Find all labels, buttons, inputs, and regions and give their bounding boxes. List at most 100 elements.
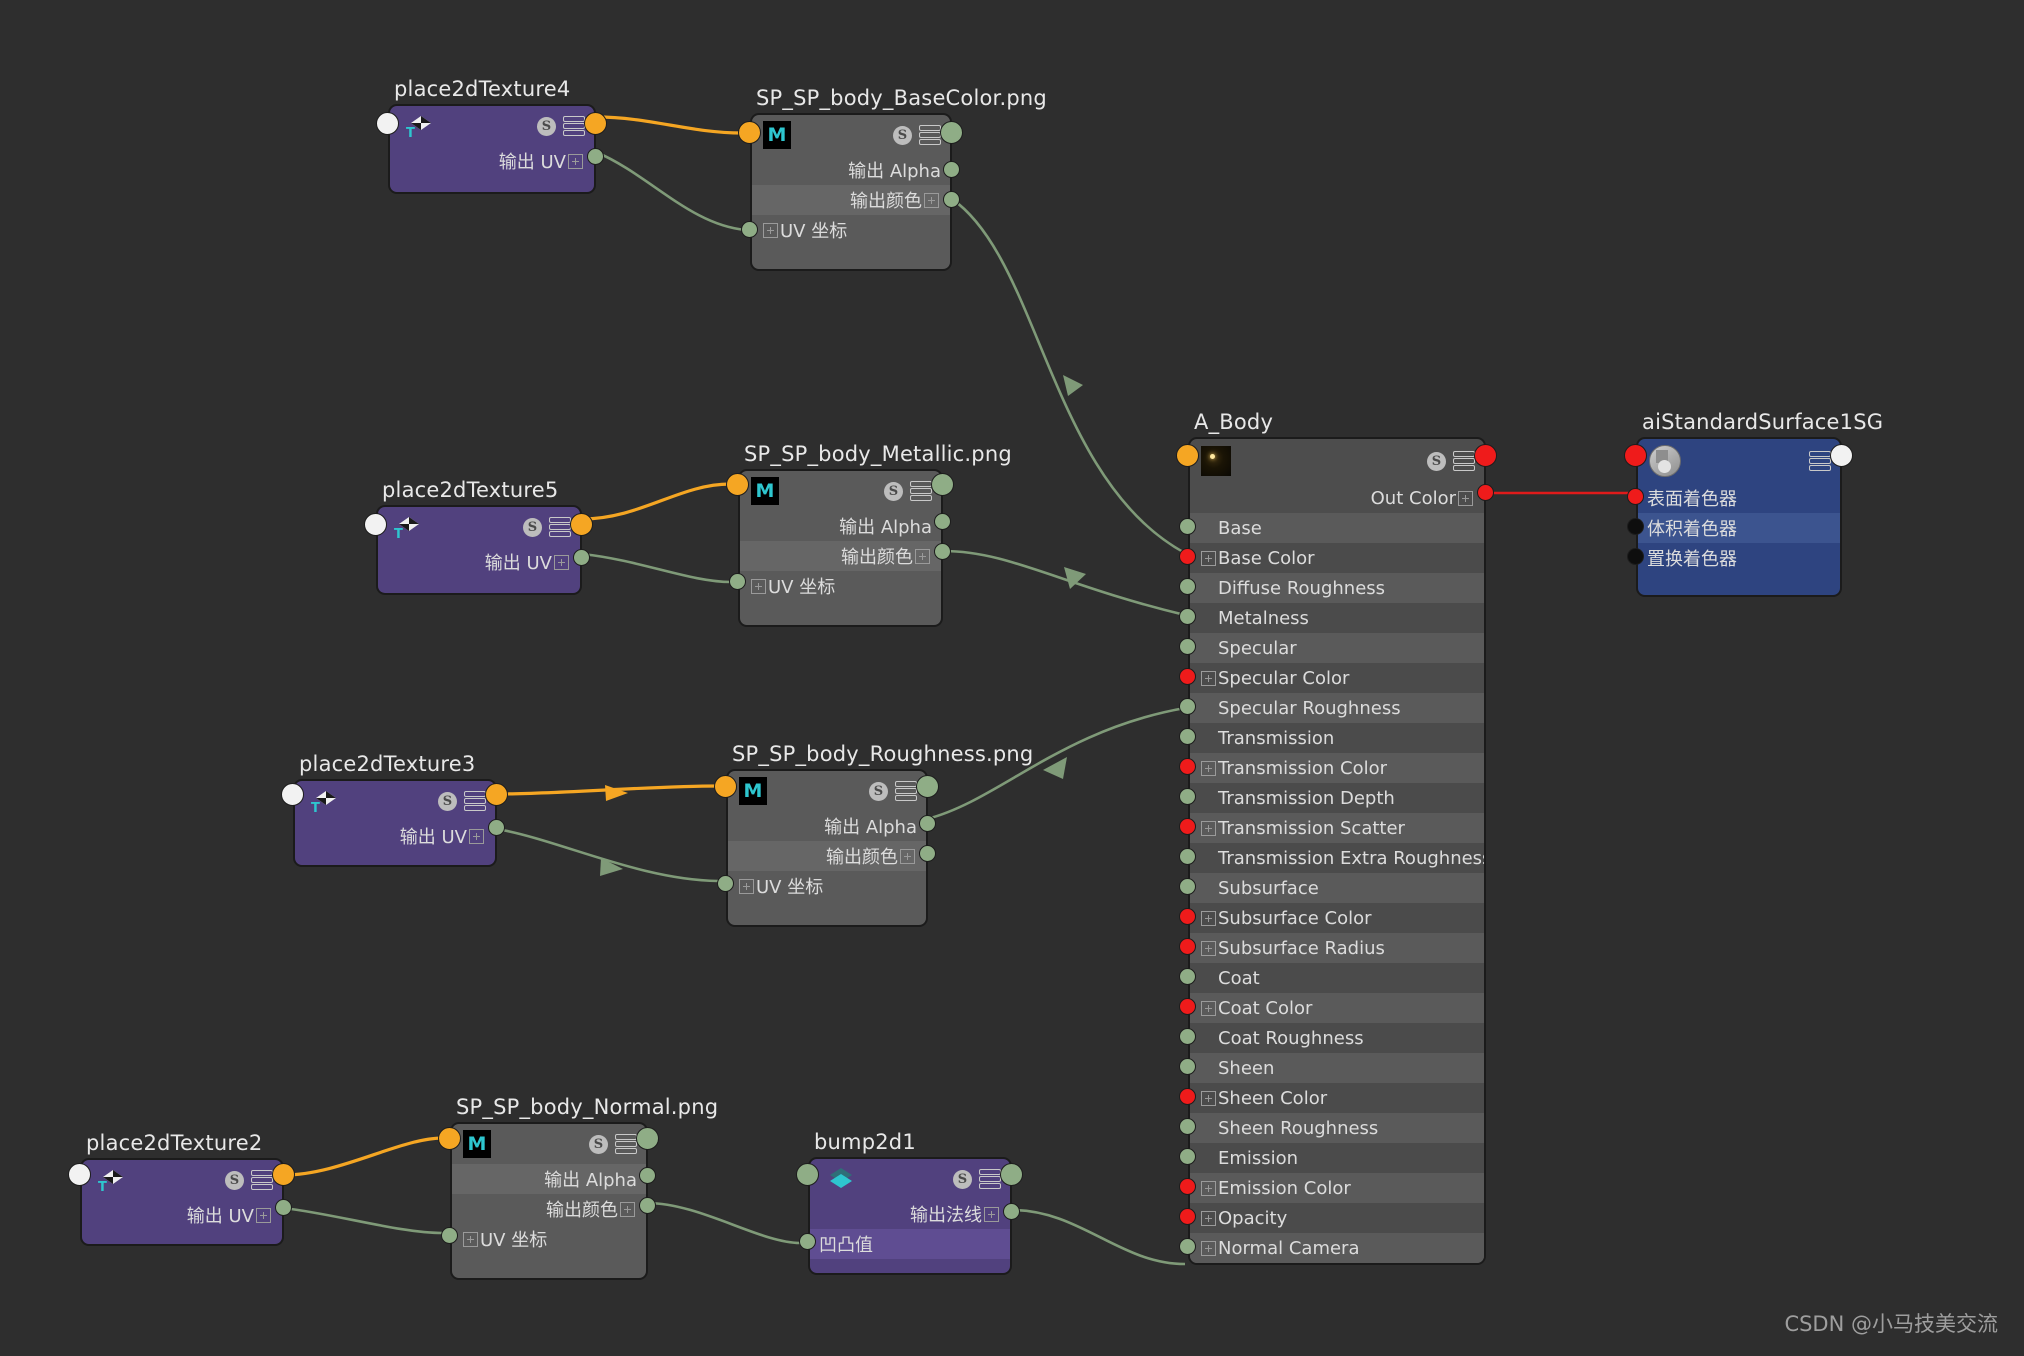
expand-plus-icon[interactable] [620,1202,635,1217]
port-row-uv-coord[interactable]: UV 坐标 [752,215,950,245]
expand-plus-icon[interactable] [1201,821,1216,836]
attribute-row[interactable]: Metalness [1190,603,1484,633]
port-row-uv-coord[interactable]: UV 坐标 [740,571,941,601]
attribute-input-port[interactable] [1179,788,1196,805]
attribute-row[interactable]: Specular Roughness [1190,693,1484,723]
port-out-main[interactable] [636,1127,659,1150]
node-file-normal[interactable]: SP_SP_body_Normal.png M S 输出 Alpha 输出颜色 … [450,1122,648,1280]
attribute-row[interactable]: 置换着色器 [1638,543,1840,573]
menu-lines-icon[interactable] [615,1134,637,1154]
shader-ball-icon[interactable]: S [589,1135,608,1154]
port-out-main[interactable] [931,473,954,496]
expand-plus-icon[interactable] [554,555,569,570]
expand-plus-icon[interactable] [256,1208,271,1223]
port-row-out-color[interactable]: 输出颜色 [452,1194,646,1224]
expand-plus-icon[interactable] [1201,671,1216,686]
port-in-uv-coord[interactable] [717,875,734,892]
port-out-main[interactable] [272,1163,295,1186]
port-in-uv-coord[interactable] [441,1227,458,1244]
expand-plus-icon[interactable] [1201,941,1216,956]
node-file-metallic[interactable]: SP_SP_body_Metallic.png M S 输出 Alpha 输出颜… [738,469,943,627]
port-row-bump-value[interactable]: 凹凸值 [810,1229,1010,1259]
attribute-input-port[interactable] [1179,1148,1196,1165]
port-row-out-uv[interactable]: 输出 UV [82,1200,282,1230]
attribute-input-port[interactable] [1179,668,1196,685]
attribute-input-port[interactable] [1179,848,1196,865]
port-row-out-color[interactable]: 输出颜色 [752,185,950,215]
port-row-out-uv[interactable]: 输出 UV [378,547,580,577]
expand-plus-icon[interactable] [463,1232,478,1247]
expand-plus-icon[interactable] [915,549,930,564]
menu-lines-icon[interactable] [549,517,571,537]
node-place2dTexture4[interactable]: place2dTexture4 T S 输出 UV [388,104,596,194]
port-out-alpha[interactable] [934,513,951,530]
attribute-input-port[interactable] [1179,548,1196,565]
port-out-color[interactable] [934,543,951,560]
menu-lines-icon[interactable] [1809,451,1831,471]
menu-lines-icon[interactable] [895,781,917,801]
expand-plus-icon[interactable] [1201,1211,1216,1226]
expand-plus-icon[interactable] [763,223,778,238]
attribute-row[interactable]: Sheen Roughness [1190,1113,1484,1143]
expand-plus-icon[interactable] [568,154,583,169]
port-node-in[interactable] [738,121,761,144]
node-place2dTexture3[interactable]: place2dTexture3 T S 输出 UV [293,779,497,867]
attribute-row[interactable]: 体积着色器 [1638,513,1840,543]
shader-ball-icon[interactable]: S [953,1170,972,1189]
attribute-row[interactable]: 表面着色器 [1638,483,1840,513]
node-shading-group[interactable]: aiStandardSurface1SG 表面着色器体积着色器置换着色器 [1636,437,1842,597]
expand-plus-icon[interactable] [1201,1091,1216,1106]
expand-plus-icon[interactable] [1201,1181,1216,1196]
menu-lines-icon[interactable] [910,481,932,501]
attribute-row[interactable]: Normal Camera [1190,1233,1484,1263]
shader-ball-icon[interactable]: S [869,782,888,801]
attribute-row[interactable]: Specular [1190,633,1484,663]
port-row-out-uv[interactable]: 输出 UV [390,146,594,176]
shader-ball-icon[interactable]: S [438,792,457,811]
attribute-row[interactable]: Coat Color [1190,993,1484,1023]
attribute-row[interactable]: Transmission [1190,723,1484,753]
port-in-bump-value[interactable] [799,1233,816,1250]
port-out-alpha[interactable] [943,161,960,178]
attribute-row[interactable]: Coat [1190,963,1484,993]
attribute-input-port[interactable] [1179,1238,1196,1255]
attribute-row[interactable]: Sheen Color [1190,1083,1484,1113]
expand-plus-icon[interactable] [1458,491,1473,506]
expand-plus-icon[interactable] [1201,551,1216,566]
port-node-out[interactable] [1830,444,1853,467]
node-file-basecolor[interactable]: SP_SP_body_BaseColor.png M S 输出 Alpha 输出… [750,113,952,271]
port-out-uv[interactable] [587,148,604,165]
shader-ball-icon[interactable]: S [893,126,912,145]
expand-plus-icon[interactable] [1201,761,1216,776]
port-node-in[interactable] [1176,444,1199,467]
attribute-input-port[interactable] [1179,938,1196,955]
port-in-uv-coord[interactable] [741,221,758,238]
port-row-out-color[interactable]: Out Color [1190,483,1484,513]
expand-plus-icon[interactable] [924,193,939,208]
attribute-row[interactable]: Subsurface Color [1190,903,1484,933]
port-out-main[interactable] [570,513,593,536]
menu-lines-icon[interactable] [464,791,486,811]
attribute-input-port[interactable] [1627,488,1644,505]
port-out-main[interactable] [916,775,939,798]
port-node-in[interactable] [438,1127,461,1150]
attribute-input-port[interactable] [1179,638,1196,655]
port-node-in[interactable] [68,1163,91,1186]
shader-ball-icon[interactable]: S [225,1171,244,1190]
node-editor-canvas[interactable]: place2dTexture4 T S 输出 UV [0,0,2024,1356]
port-row-out-color[interactable]: 输出颜色 [740,541,941,571]
attribute-input-port[interactable] [1179,1178,1196,1195]
attribute-row[interactable]: Coat Roughness [1190,1023,1484,1053]
attribute-input-port[interactable] [1179,1028,1196,1045]
port-out-uv[interactable] [275,1199,292,1216]
attribute-input-port[interactable] [1179,818,1196,835]
expand-plus-icon[interactable] [751,579,766,594]
attribute-input-port[interactable] [1179,1088,1196,1105]
expand-plus-icon[interactable] [739,879,754,894]
attribute-input-port[interactable] [1179,1118,1196,1135]
attribute-input-port[interactable] [1179,878,1196,895]
expand-plus-icon[interactable] [1201,1241,1216,1256]
attribute-input-port[interactable] [1179,998,1196,1015]
port-node-in[interactable] [281,783,304,806]
attribute-row[interactable]: Transmission Depth [1190,783,1484,813]
